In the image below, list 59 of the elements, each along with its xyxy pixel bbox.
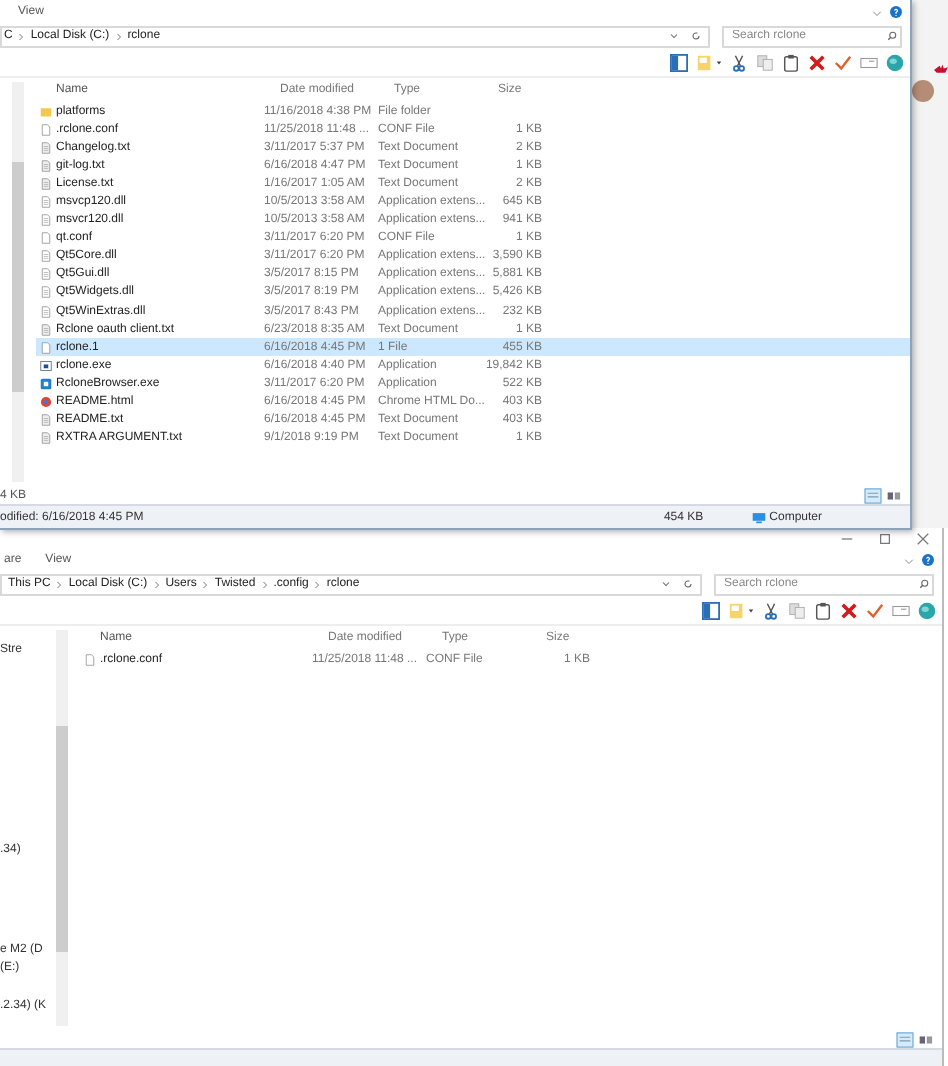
chevron-right-icon [314, 579, 321, 589]
refresh-icon[interactable] [690, 30, 702, 42]
search-icon [918, 578, 930, 590]
scissors-icon[interactable] [730, 53, 748, 71]
help-icon[interactable] [890, 6, 902, 18]
thumbnail-view-icon[interactable] [916, 1031, 934, 1047]
file-icon [40, 214, 52, 227]
chevron-right-icon [115, 31, 122, 41]
file-icon [40, 141, 52, 154]
chevron-down-icon[interactable] [668, 30, 680, 42]
file-icon [40, 123, 52, 136]
pane-layout-icon[interactable] [670, 53, 688, 71]
help-icon[interactable] [922, 554, 934, 566]
chevron-right-icon [261, 579, 268, 589]
file-icon [40, 268, 52, 281]
clipboard-icon[interactable] [782, 53, 800, 71]
file-icon [40, 341, 52, 354]
browser-icon [40, 396, 52, 409]
copy-icon[interactable] [756, 53, 774, 71]
rename-icon[interactable] [892, 601, 910, 619]
thumbnail-view-icon[interactable] [884, 487, 902, 503]
folder-icon [40, 105, 52, 118]
file-icon [40, 196, 52, 209]
scissors-icon[interactable] [762, 601, 780, 619]
close-icon[interactable] [916, 531, 930, 545]
application-icon [40, 359, 52, 372]
chevron-right-icon [202, 579, 209, 589]
application-icon [40, 377, 52, 390]
file-icon [40, 286, 52, 299]
chevron-right-icon [18, 31, 25, 41]
chevron-down-icon[interactable] [660, 578, 672, 590]
rename-icon[interactable] [860, 53, 878, 71]
file-icon [40, 305, 52, 318]
file-icon [40, 414, 52, 427]
file-icon [40, 232, 52, 245]
search-icon [886, 30, 898, 42]
file-icon [40, 177, 52, 190]
pane-layout-icon[interactable] [702, 601, 720, 619]
clipboard-icon[interactable] [814, 601, 832, 619]
file-icon [84, 653, 96, 666]
scrollbar[interactable] [12, 82, 24, 482]
details-view-icon[interactable] [864, 487, 882, 503]
file-icon [40, 159, 52, 172]
chevron-right-icon [153, 579, 160, 589]
monitor-icon [751, 511, 766, 523]
refresh-icon[interactable] [682, 578, 694, 590]
scrollbar[interactable] [56, 630, 68, 1026]
avatar-icon [912, 80, 934, 102]
file-icon [40, 250, 52, 263]
copy-icon[interactable] [788, 601, 806, 619]
delete-icon[interactable] [808, 53, 826, 71]
maximize-icon[interactable] [878, 531, 892, 545]
chevron-right-icon [56, 579, 63, 589]
checkmark-icon[interactable] [834, 53, 852, 71]
file-icon [40, 323, 52, 336]
file-icon [40, 432, 52, 445]
checkmark-icon[interactable] [866, 601, 884, 619]
details-view-icon[interactable] [896, 1031, 914, 1047]
delete-icon[interactable] [840, 601, 858, 619]
